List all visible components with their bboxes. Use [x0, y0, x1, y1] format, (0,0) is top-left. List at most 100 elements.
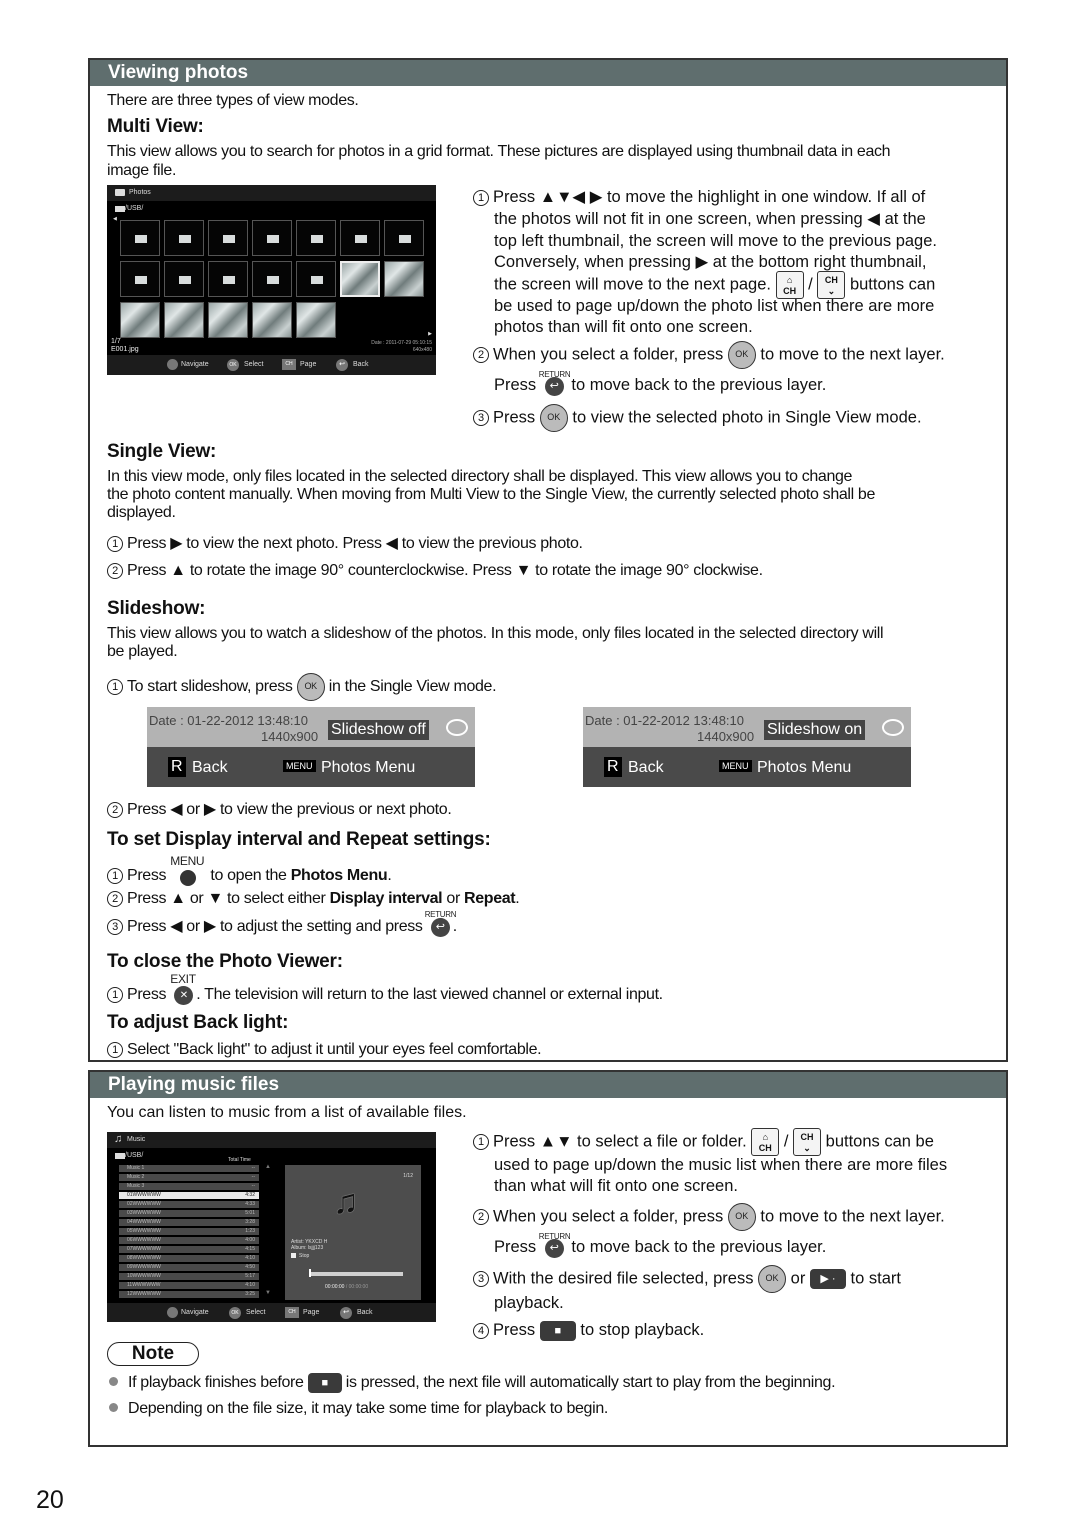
photo-thumbnail[interactable]	[340, 261, 380, 297]
folder-thumbnail[interactable]	[296, 220, 336, 256]
folder-thumbnail[interactable]	[384, 220, 424, 256]
track-name: 09WWWWWW	[127, 1264, 161, 1270]
multi-view-title: Multi View:	[107, 116, 204, 137]
track-time: 4:50	[245, 1264, 255, 1270]
folder-thumbnail[interactable]	[164, 220, 204, 256]
track-row[interactable]: 03WWWWWW 5:01	[119, 1210, 259, 1217]
folder-thumbnail[interactable]	[208, 261, 248, 297]
folder-thumbnail[interactable]	[164, 261, 204, 297]
slideshow-step-2: 2 Press ◀ or ▶ to view the previous or ne…	[107, 800, 452, 819]
prev-page-arrow-icon[interactable]: ◀	[113, 216, 117, 222]
folder-icon	[267, 276, 279, 284]
music-note-icon: ♫	[114, 1133, 123, 1145]
track-name: 03WWWWWW	[127, 1210, 161, 1216]
return-button-icon: RETURN ↩	[425, 910, 457, 937]
multi-view-desc-1: This view allows you to search for photo…	[107, 143, 891, 160]
folder-icon	[223, 235, 235, 243]
slide-resolution: 1440x900	[697, 729, 755, 744]
track-row[interactable]: 05WWWWWW 1:23	[119, 1228, 259, 1235]
slideshow-title: Slideshow:	[107, 598, 206, 619]
bullet-icon	[109, 1403, 118, 1412]
nav-label-back: Back	[357, 1309, 373, 1316]
next-page-arrow-icon[interactable]: ▶	[428, 331, 432, 337]
slideshow-status[interactable]: Slideshow off	[328, 720, 429, 740]
track-row[interactable]: 07WWWWWW 4:15	[119, 1246, 259, 1253]
track-row[interactable]: 06WWWWWW 4:00	[119, 1237, 259, 1244]
ch-up-button-icon: ⌂ CH	[751, 1128, 780, 1156]
track-time: 4:00	[245, 1237, 255, 1243]
play-status: Stop	[299, 1253, 310, 1259]
track-row[interactable]: Music 1 --	[119, 1165, 259, 1172]
nav-label-select: Select	[244, 361, 264, 368]
slideshow-panel-on: Date : 01-22-2012 13:48:10 1440x900 Slid…	[583, 707, 911, 787]
back-icon: ↩	[340, 1307, 352, 1319]
now-playing-panel: 1/12 ♫ Artist: YKXCD H Album: lsjjj123 S…	[285, 1165, 421, 1300]
photo-thumbnail[interactable]	[252, 302, 292, 338]
track-row[interactable]: 11WWWWWW 4:10	[119, 1282, 259, 1289]
track-name: 01WWWWWW	[127, 1192, 161, 1198]
playing-music-intro: You can listen to music from a list of a…	[107, 1104, 467, 1121]
ch-down-button-icon: CH ⌄	[793, 1128, 822, 1156]
track-name: 06WWWWWW	[127, 1237, 161, 1243]
back-label[interactable]: Back	[628, 759, 664, 777]
screen-path: /USB/	[125, 205, 144, 212]
display-interval-title: To set Display interval and Repeat setti…	[107, 829, 491, 850]
photos-menu-label[interactable]: Photos Menu	[757, 759, 851, 777]
track-row[interactable]: 10WWWWWW 5:17	[119, 1273, 259, 1280]
folder-thumbnail[interactable]	[252, 220, 292, 256]
screen-path: /USB/	[125, 1152, 144, 1159]
photo-thumbnail[interactable]	[384, 261, 424, 297]
close-viewer-title: To close the Photo Viewer:	[107, 951, 343, 972]
music-step-2-line2: Press RETURN ↩ to move back to the previo…	[494, 1232, 827, 1258]
track-row[interactable]: 08WWWWWW 4:10	[119, 1255, 259, 1262]
track-time: 4:33	[245, 1201, 255, 1207]
page-number: 20	[36, 1486, 64, 1514]
ok-button-icon: OK	[758, 1265, 787, 1293]
nav-label-select: Select	[246, 1309, 266, 1316]
scroll-up-icon[interactable]: ▲	[265, 1164, 271, 1170]
music-step-1-line2: used to page up/down the music list when…	[494, 1156, 948, 1174]
exit-button-icon: EXIT ✕	[170, 972, 196, 1005]
track-row[interactable]: 04WWWWWW 3:28	[119, 1219, 259, 1226]
folder-thumbnail[interactable]	[120, 261, 160, 297]
photo-thumbnail[interactable]	[120, 302, 160, 338]
scroll-down-icon[interactable]: ▼	[265, 1290, 271, 1296]
folder-thumbnail[interactable]	[296, 261, 336, 297]
r-key-icon: R	[168, 757, 186, 777]
track-row[interactable]: 09WWWWWW 4:50	[119, 1264, 259, 1271]
folder-thumbnail[interactable]	[120, 220, 160, 256]
slideshow-desc-1: This view allows you to watch a slidesho…	[107, 625, 884, 642]
track-time: 4:15	[245, 1246, 255, 1252]
single-view-title: Single View:	[107, 441, 217, 462]
menu-key-icon: MENU	[719, 760, 752, 772]
back-label[interactable]: Back	[192, 759, 228, 777]
ok-button-icon: OK	[727, 341, 756, 369]
single-step-2: 2 Press ▲ to rotate the image 90° counter…	[107, 561, 763, 580]
track-time: --	[251, 1174, 255, 1180]
progress-bar[interactable]	[309, 1272, 403, 1276]
bullet-icon	[109, 1377, 118, 1387]
back-light-step-1: 1 Select "Back light" to adjust it until …	[107, 1040, 542, 1059]
slideshow-status[interactable]: Slideshow on	[764, 720, 866, 740]
track-row[interactable]: 12WWWWWW 3:25	[119, 1291, 259, 1298]
progress-handle[interactable]	[309, 1269, 311, 1277]
photo-thumbnail[interactable]	[208, 302, 248, 338]
track-time: --	[251, 1183, 255, 1189]
track-row[interactable]: 01WWWWWW 4:32	[119, 1192, 259, 1199]
track-row[interactable]: Music 2 --	[119, 1174, 259, 1181]
track-row[interactable]: 02WWWWWW 4:33	[119, 1201, 259, 1208]
ch-page-icon: CH	[282, 359, 296, 370]
ok-button-icon: OK	[296, 673, 325, 701]
photo-thumbnail[interactable]	[164, 302, 204, 338]
track-row[interactable]: Music 3 --	[119, 1183, 259, 1190]
photo-thumbnail[interactable]	[296, 302, 336, 338]
folder-thumbnail[interactable]	[208, 220, 248, 256]
photos-menu-label[interactable]: Photos Menu	[321, 759, 415, 777]
track-name: 11WWWWWW	[127, 1282, 161, 1288]
photo-resolution: 640x480	[412, 347, 432, 353]
note-item-1: If playback finishes before ■ is pressed…	[109, 1373, 836, 1393]
folder-thumbnail[interactable]	[252, 261, 292, 297]
folder-icon	[135, 235, 147, 243]
back-icon: ↩	[336, 359, 348, 371]
folder-thumbnail[interactable]	[340, 220, 380, 256]
